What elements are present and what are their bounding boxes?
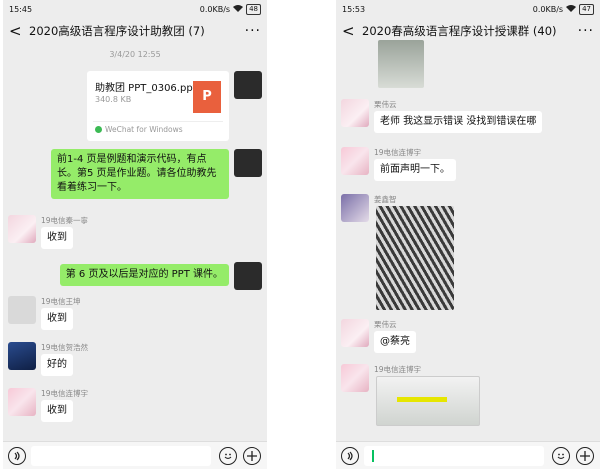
message-row: 姜鑫智 xyxy=(336,194,600,312)
pptx-file-icon: P xyxy=(193,81,221,113)
message-row: 19电信连博宇 前面声明一下。 xyxy=(336,147,600,187)
message-list[interactable]: 栗伟云 老师 我这显示错误 没找到错误在哪 19电信连博宇 前面声明一下。 姜鑫… xyxy=(336,40,600,442)
file-card[interactable]: 助教团 PPT_0306.pptx 340.8 KB P WeChat for … xyxy=(87,71,229,141)
message-bubble[interactable]: @蔡亮 xyxy=(374,331,416,353)
chat-title: 2020春高级语言程序设计授课群 (40) xyxy=(362,24,557,38)
avatar[interactable] xyxy=(234,71,262,99)
message-input[interactable] xyxy=(31,446,211,466)
voice-icon[interactable] xyxy=(8,447,26,465)
message-list[interactable]: 3/4/20 12:55 助教团 PPT_0306.pptx 340.8 KB … xyxy=(3,44,267,441)
sender-name: 19电信连博宇 xyxy=(374,365,422,374)
more-icon[interactable]: ··· xyxy=(245,23,261,39)
chat-header: < 2020高级语言程序设计助教团 (7) ··· xyxy=(3,18,267,44)
status-time: 15:53 xyxy=(342,4,366,14)
plus-icon[interactable] xyxy=(243,447,261,465)
wifi-icon xyxy=(566,4,577,14)
image-message[interactable] xyxy=(376,206,454,310)
left-phone-screen: 15:45 0.0KB/s 48 < 2020高级语言程序设计助教团 (7) ·… xyxy=(3,0,267,469)
emoji-icon[interactable] xyxy=(219,447,237,465)
battery-indicator: 47 xyxy=(579,3,594,15)
avatar[interactable] xyxy=(234,262,262,290)
image-message[interactable] xyxy=(378,40,424,88)
message-bubble[interactable]: 收到 xyxy=(41,400,73,422)
avatar[interactable] xyxy=(8,215,36,243)
more-icon[interactable]: ··· xyxy=(578,23,594,39)
network-speed: 0.0KB/s xyxy=(199,4,231,14)
message-row: 栗伟云 老师 我这显示错误 没找到错误在哪 xyxy=(336,99,600,139)
avatar[interactable] xyxy=(341,194,369,222)
input-bar xyxy=(3,441,267,469)
sender-name: 姜鑫智 xyxy=(374,195,397,204)
wechat-icon xyxy=(95,126,102,133)
message-bubble[interactable]: 好的 xyxy=(41,354,73,376)
message-input[interactable] xyxy=(364,446,544,466)
right-phone-screen: 15:53 0.0KB/s 47 < 2020春高级语言程序设计授课群 (40)… xyxy=(336,0,600,469)
avatar[interactable] xyxy=(341,319,369,347)
sender-name: 19电信王坤 xyxy=(41,297,81,306)
chat-header: < 2020春高级语言程序设计授课群 (40) ··· xyxy=(336,18,600,44)
avatar[interactable] xyxy=(8,342,36,370)
file-name: 助教团 PPT_0306.pptx xyxy=(95,83,203,94)
message-row: 19电信连博宇 xyxy=(336,364,600,442)
message-bubble[interactable]: 收到 xyxy=(41,227,73,249)
message-row: 19电信王坤 收到 xyxy=(3,296,267,336)
sender-name: 栗伟云 xyxy=(374,100,397,109)
sender-name: 19电信连博宇 xyxy=(41,389,89,398)
message-bubble[interactable]: 第 6 页及以后是对应的 PPT 课件。 xyxy=(59,264,229,286)
message-row: 前1-4 页是例题和演示代码，有点长。第5 页是作业题。请各位助教先看着练习一下… xyxy=(3,149,267,211)
message-row: 第 6 页及以后是对应的 PPT 课件。 xyxy=(3,262,267,290)
message-row: 19电信秦一寧 收到 xyxy=(3,215,267,255)
file-message: 助教团 PPT_0306.pptx 340.8 KB P WeChat for … xyxy=(3,71,267,143)
back-arrow-icon[interactable]: < xyxy=(9,22,23,40)
divider xyxy=(93,121,223,122)
avatar[interactable] xyxy=(8,296,36,324)
message-bubble[interactable]: 前1-4 页是例题和演示代码，有点长。第5 页是作业题。请各位助教先看着练习一下… xyxy=(51,149,229,199)
text-cursor xyxy=(372,450,374,462)
battery-indicator: 48 xyxy=(246,3,261,15)
status-time: 15:45 xyxy=(9,4,33,14)
message-bubble[interactable]: 收到 xyxy=(41,308,73,330)
message-row: 19电信连博宇 收到 xyxy=(3,388,267,428)
input-bar xyxy=(336,441,600,469)
file-source: WeChat for Windows xyxy=(105,125,183,134)
network-speed: 0.0KB/s xyxy=(532,4,564,14)
back-arrow-icon[interactable]: < xyxy=(342,22,356,40)
sender-name: 栗伟云 xyxy=(374,320,397,329)
message-row: 栗伟云 @蔡亮 xyxy=(336,319,600,359)
status-bar: 15:45 0.0KB/s 48 xyxy=(3,0,267,18)
voice-icon[interactable] xyxy=(341,447,359,465)
emoji-icon[interactable] xyxy=(552,447,570,465)
message-bubble[interactable]: 前面声明一下。 xyxy=(374,159,456,181)
avatar[interactable] xyxy=(234,149,262,177)
avatar[interactable] xyxy=(341,99,369,127)
avatar[interactable] xyxy=(341,364,369,392)
image-message[interactable] xyxy=(376,376,480,426)
chat-title: 2020高级语言程序设计助教团 (7) xyxy=(29,24,205,38)
plus-icon[interactable] xyxy=(576,447,594,465)
sender-name: 19电信秦一寧 xyxy=(41,216,89,225)
status-bar: 15:53 0.0KB/s 47 xyxy=(336,0,600,18)
message-bubble[interactable]: 老师 我这显示错误 没找到错误在哪 xyxy=(374,111,543,133)
sender-name: 19电信连博宇 xyxy=(374,148,422,157)
message-row: 19电信贺浩然 好的 xyxy=(3,342,267,382)
avatar[interactable] xyxy=(341,147,369,175)
wifi-icon xyxy=(233,4,244,14)
sender-name: 19电信贺浩然 xyxy=(41,343,89,352)
avatar[interactable] xyxy=(8,388,36,416)
message-timestamp: 3/4/20 12:55 xyxy=(109,50,161,59)
file-size: 340.8 KB xyxy=(95,95,132,104)
